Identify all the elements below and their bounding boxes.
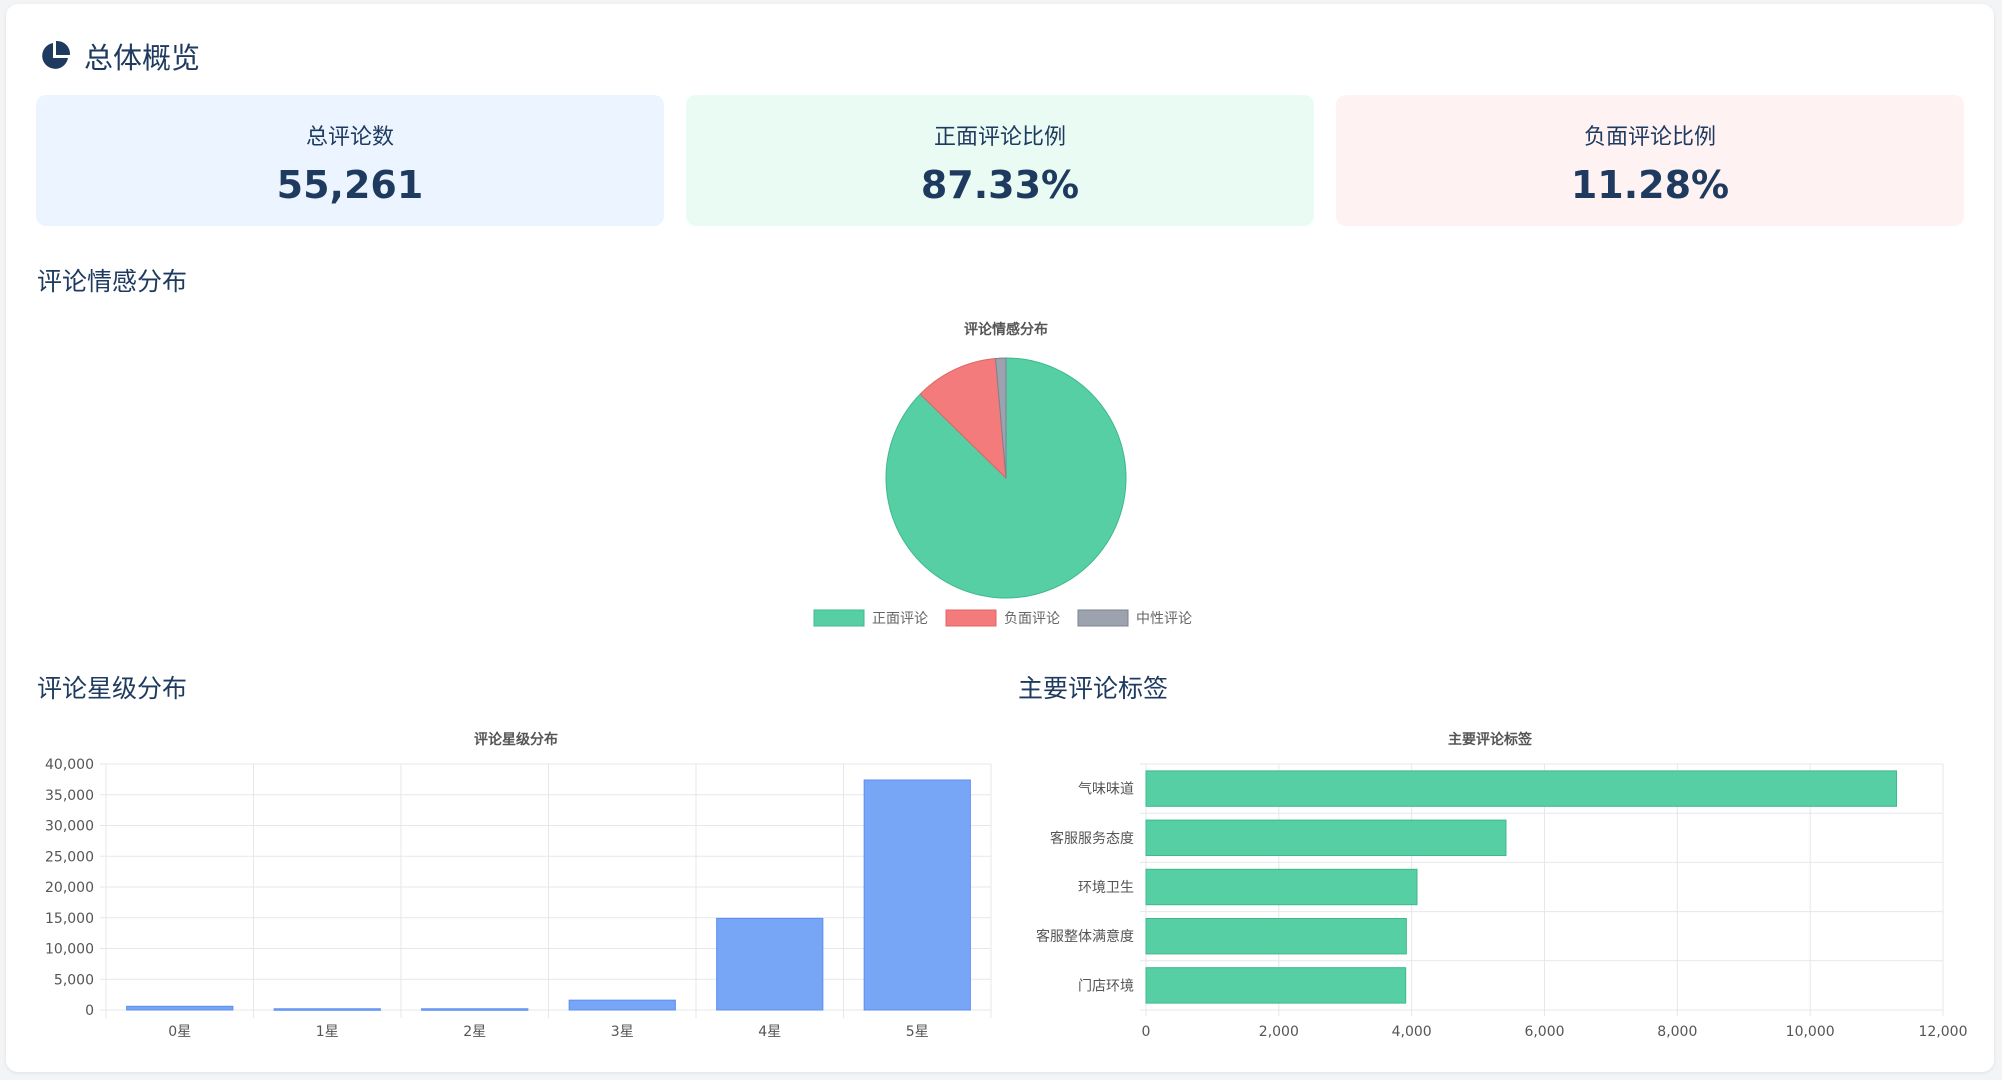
x-tick-label: 2星 (463, 1024, 486, 1040)
x-tick-label: 10,000 (1786, 1024, 1835, 1040)
x-tick-label: 4,000 (1392, 1024, 1432, 1040)
hbar-3 (1145, 917, 1407, 955)
y-tick-label: 15,000 (45, 911, 94, 927)
legend-label: 中性评论 (1136, 611, 1192, 627)
x-tick-label: 6,000 (1524, 1024, 1564, 1040)
chart-title: 主要评论标签 (1448, 731, 1533, 748)
legend-label: 正面评论 (872, 611, 928, 627)
y-tick-label: 门店环境 (1078, 978, 1134, 994)
bar-2 (421, 1008, 529, 1011)
section-title-tags: 主要评论标签 (1018, 674, 1169, 703)
x-tick-label: 4星 (758, 1024, 781, 1040)
legend-label: 负面评论 (1004, 611, 1060, 627)
x-tick-label: 0 (1142, 1024, 1151, 1040)
stat-card-negative: 负面评论比例 11.28% (1336, 95, 1964, 226)
x-tick-label: 0星 (168, 1024, 191, 1040)
stat-label: 总评论数 (305, 125, 394, 150)
y-tick-label: 10,000 (45, 942, 94, 958)
hbar-1 (1145, 819, 1507, 857)
legend-swatch (945, 609, 997, 627)
y-tick-label: 20,000 (45, 880, 94, 896)
x-tick-label: 12,000 (1919, 1024, 1968, 1040)
sentiment-pie-chart: 评论情感分布 正面评论 负面评论 中性评论 (813, 321, 1192, 627)
stat-value: 87.33% (920, 163, 1080, 207)
x-tick-label: 3星 (611, 1024, 634, 1040)
stat-value: 55,261 (276, 163, 424, 207)
x-tick-label: 8,000 (1657, 1024, 1697, 1040)
y-tick-label: 环境卫生 (1078, 880, 1134, 896)
hbar-4 (1145, 967, 1407, 1004)
stat-card-positive: 正面评论比例 87.33% (686, 95, 1314, 226)
pie-chart-icon (42, 40, 71, 69)
x-tick-label: 2,000 (1259, 1024, 1299, 1040)
x-tick-label: 1星 (316, 1024, 339, 1040)
stat-value: 11.28% (1570, 163, 1730, 207)
bar-0 (126, 1005, 234, 1011)
section-title-sentiment: 评论情感分布 (37, 267, 188, 296)
y-tick-label: 25,000 (45, 849, 94, 865)
y-tick-label: 35,000 (45, 788, 94, 804)
legend-swatch (1077, 609, 1129, 627)
tag-bar-chart: 主要评论标签 0 2,000 4,000 6,000 8,000 10,000 12,000… (1036, 731, 1968, 1040)
y-tick-label: 客服整体满意度 (1036, 928, 1134, 945)
bar-3 (568, 999, 676, 1011)
y-tick-label: 0 (85, 1003, 94, 1019)
y-tick-label: 气味味道 (1078, 782, 1134, 798)
page-title: 总体概览 (84, 41, 201, 75)
stat-label: 正面评论比例 (933, 125, 1066, 150)
legend-swatch (813, 609, 865, 627)
y-tick-label: 40,000 (45, 757, 94, 773)
star-bar-chart: 评论星级分布 0 5,000 10,000 15,000 20,000 25,000 30,… (45, 731, 992, 1040)
bar-4 (716, 917, 824, 1011)
chart-title: 评论星级分布 (474, 731, 558, 748)
hbar-0 (1145, 770, 1898, 807)
y-tick-label: 客服服务态度 (1050, 830, 1134, 847)
hbar-2 (1145, 868, 1418, 906)
x-tick-label: 5星 (906, 1024, 929, 1040)
overview-header: 总体概览 (38, 36, 200, 76)
bar-5 (863, 779, 971, 1011)
stat-card-total: 总评论数 55,261 (36, 95, 664, 226)
chart-title: 评论情感分布 (964, 321, 1048, 338)
dashboard-panel: 总体概览 总评论数 55,261 正面评论比例 87.33% 负面评论比例 11… (6, 4, 1994, 1072)
y-tick-label: 5,000 (54, 972, 94, 988)
bar-1 (273, 1008, 381, 1011)
stat-label: 负面评论比例 (1583, 125, 1716, 150)
section-title-stars: 评论星级分布 (37, 674, 188, 703)
y-tick-label: 30,000 (45, 819, 94, 835)
